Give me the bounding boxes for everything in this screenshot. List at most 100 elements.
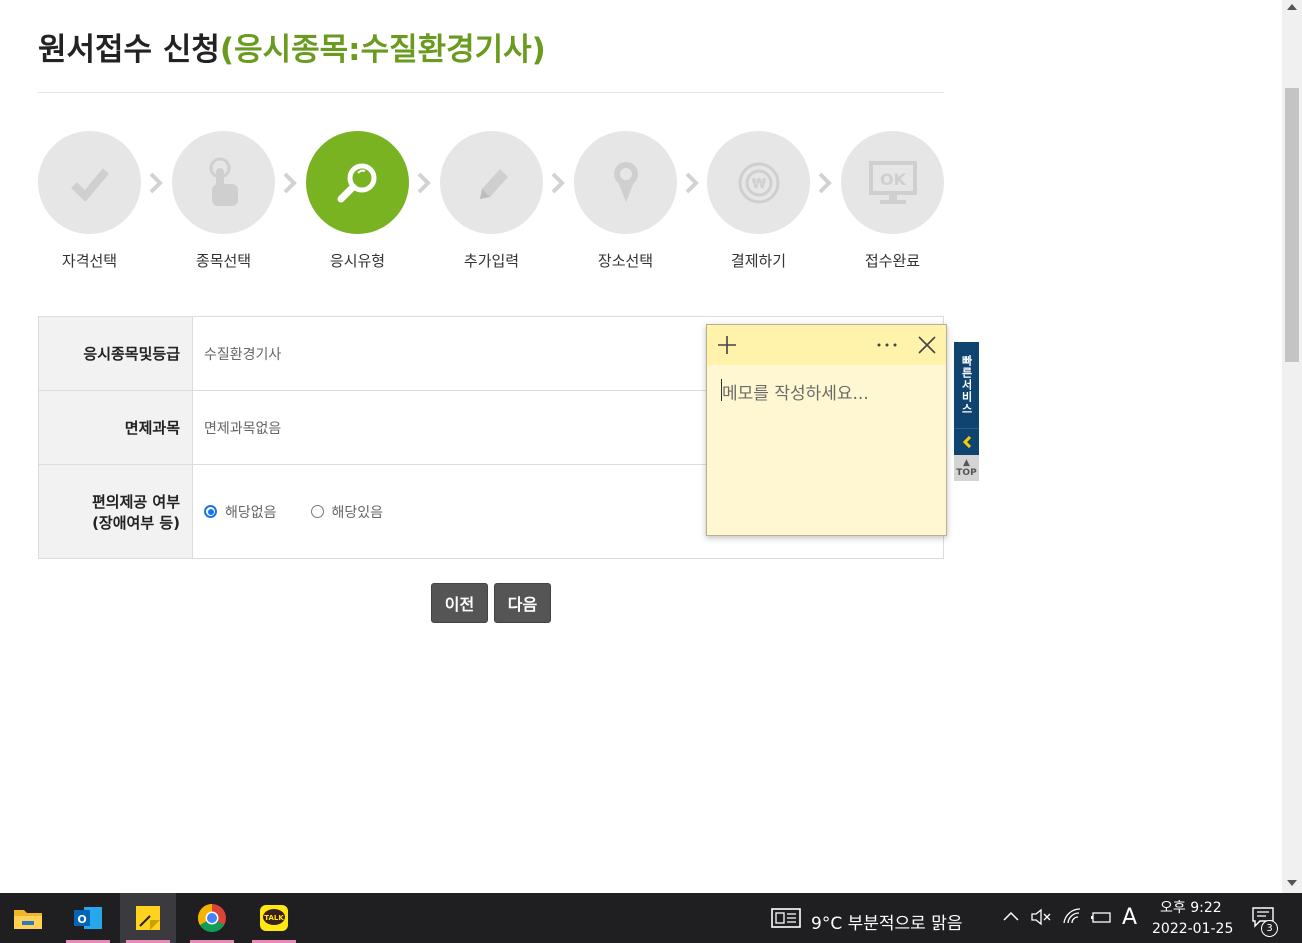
news-weather-icon[interactable] [771, 908, 801, 928]
step-label: 장소선택 [597, 252, 654, 270]
svg-text:₩: ₩ [751, 177, 766, 192]
chevron-right-icon [685, 172, 699, 194]
search-icon [337, 163, 376, 202]
scroll-down-arrow-icon[interactable] [1287, 880, 1297, 886]
more-icon [877, 343, 897, 347]
plus-icon [718, 336, 736, 354]
chrome-icon [198, 904, 226, 932]
step-label: 응시유형 [329, 252, 386, 270]
radio-label: 해당있음 [331, 504, 384, 521]
note-menu-button[interactable] [873, 325, 901, 365]
step-payment: ₩ 결제하기 [707, 131, 810, 271]
step-label: 결제하기 [730, 252, 787, 270]
step-label: 추가입력 [463, 252, 520, 270]
step-circle: ₩ [707, 131, 810, 234]
step-label: 종목선택 [195, 252, 252, 270]
add-note-button[interactable] [713, 325, 741, 365]
folder-icon [14, 910, 42, 929]
page-title-subject: (응시종목:수질환경기사) [219, 32, 546, 68]
chevron-right-icon [149, 172, 163, 194]
page-title-main: 원서접수 신청 [38, 32, 220, 68]
quick-service-toggle[interactable] [954, 428, 979, 455]
chevron-left-icon [962, 436, 971, 448]
step-circle-active [306, 131, 409, 234]
taskbar-outlook[interactable]: O [60, 893, 116, 943]
step-complete: OK 접수완료 [841, 131, 944, 271]
top-label: TOP [956, 468, 977, 478]
row-header: 응시종목및등급 [38, 317, 193, 390]
sticky-note-input[interactable]: 메모를 작성하세요... [707, 365, 946, 404]
location-pin-icon [613, 161, 638, 202]
outlook-icon: O [74, 907, 102, 929]
svg-text:TALK: TALK [264, 914, 284, 922]
chevron-right-icon [551, 172, 565, 194]
sticky-note-placeholder: 메모를 작성하세요... [722, 384, 869, 404]
scroll-up-arrow-icon[interactable] [1287, 4, 1297, 10]
chevron-right-icon [283, 172, 297, 194]
step-location: 장소선택 [574, 131, 677, 271]
kakaotalk-icon: TALK [260, 905, 288, 931]
accommodation-label-line1: 편의제공 여부 [91, 492, 180, 511]
step-circle: OK [841, 131, 944, 234]
hand-pointer-icon [209, 157, 238, 206]
exempt-subject-label: 면제과목 [124, 419, 180, 437]
quick-service-button[interactable]: 빠른서비스 [954, 342, 979, 428]
step-circle [38, 131, 141, 234]
next-button[interactable]: 다음 [494, 583, 551, 623]
radio-not-applicable[interactable]: 해당없음 [204, 502, 277, 522]
radio-button[interactable] [310, 505, 324, 518]
radio-label: 해당없음 [225, 504, 277, 521]
vertical-scrollbar[interactable] [1282, 0, 1302, 893]
web-page: 원서접수 신청(응시종목:수질환경기사) 자격선택 종목선택 응시유형 추가입력… [0, 0, 1282, 893]
close-icon [918, 336, 936, 354]
taskbar-chrome[interactable] [184, 893, 240, 943]
page-title: 원서접수 신청(응시종목:수질환경기사) [38, 24, 546, 69]
close-note-button[interactable] [913, 325, 941, 365]
step-label: 접수완료 [864, 252, 921, 270]
step-circle [574, 131, 677, 234]
wifi-icon[interactable] [1062, 907, 1082, 925]
subject-grade-label: 응시종목및등급 [83, 345, 180, 363]
accommodation-label-line2: (장애여부 등) [92, 513, 180, 532]
step-additional-input: 추가입력 [440, 131, 543, 271]
chevron-right-icon [417, 172, 431, 194]
text-caret [721, 379, 722, 401]
check-icon [70, 167, 109, 202]
battery-icon[interactable] [1090, 909, 1112, 925]
title-divider [38, 92, 944, 93]
row-header: 면제과목 [38, 391, 193, 464]
step-circle [172, 131, 275, 234]
svg-text:OK: OK [880, 170, 907, 189]
step-qualification: 자격선택 [38, 131, 141, 271]
caret-up-icon: ▲ [963, 458, 970, 468]
sticky-notes-icon [136, 906, 160, 930]
quick-service-label: 빠른서비스 [960, 355, 973, 415]
radio-button-checked[interactable] [204, 505, 217, 518]
scrollbar-thumb[interactable] [1285, 88, 1299, 362]
notification-count-badge: 3 [1261, 920, 1278, 937]
row-header: 편의제공 여부 (장애여부 등) [38, 465, 193, 558]
quick-service-widget: 빠른서비스 ▲ TOP [954, 342, 979, 481]
clock-time[interactable]: 오후 9:22 [1160, 897, 1222, 917]
svg-text:O: O [77, 913, 86, 926]
taskbar-kakaotalk[interactable]: TALK [246, 893, 302, 943]
radio-applicable[interactable]: 해당있음 [310, 502, 384, 522]
clock-date[interactable]: 2022-01-25 [1152, 921, 1233, 937]
step-label: 자격선택 [61, 252, 118, 270]
windows-taskbar: O TALK 9°C 부분적으로 맑음 A 오후 9:22 2022-01-25… [0, 893, 1302, 943]
taskbar-file-explorer[interactable] [0, 893, 56, 943]
ime-indicator[interactable]: A [1122, 905, 1137, 930]
step-exam-type: 응시유형 [306, 131, 409, 271]
weather-text[interactable]: 9°C 부분적으로 맑음 [811, 909, 962, 934]
step-circle [440, 131, 543, 234]
chevron-up-icon[interactable] [1002, 910, 1020, 922]
taskbar-sticky-notes[interactable] [120, 893, 176, 943]
ok-monitor-icon: OK [868, 160, 917, 204]
scroll-top-button[interactable]: ▲ TOP [954, 455, 979, 481]
sticky-note-window: 메모를 작성하세요... [706, 324, 947, 536]
volume-muted-icon[interactable] [1030, 908, 1052, 926]
notification-count: 3 [1266, 923, 1273, 934]
prev-button[interactable]: 이전 [431, 583, 488, 623]
sticky-note-header [707, 325, 946, 365]
pencil-icon [479, 168, 508, 199]
